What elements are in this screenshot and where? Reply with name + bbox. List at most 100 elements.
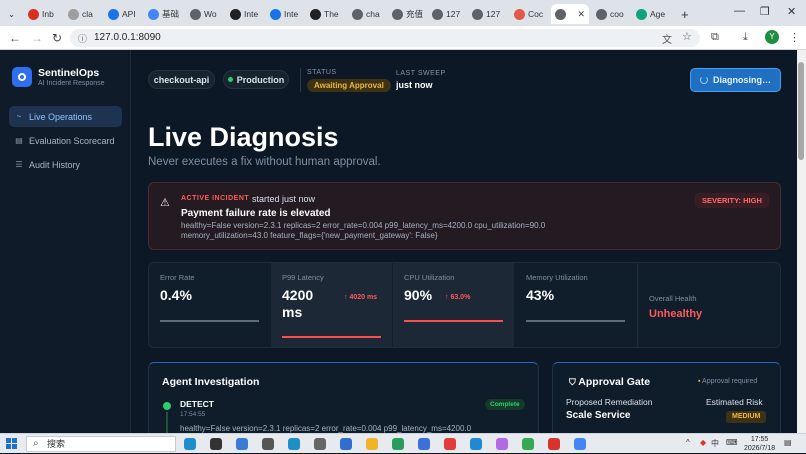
incident-banner: ⚠ ACTIVE INCIDENT started just now Payme… xyxy=(148,182,781,250)
tab-title: Coc xyxy=(528,9,544,19)
browser-tab[interactable]: Age xyxy=(632,4,670,24)
app-window: SentinelOps AI Incident Response ~ Live … xyxy=(0,50,797,433)
tab-favicon-icon xyxy=(514,8,525,20)
step-status-badge: Complete xyxy=(485,399,525,410)
keyboard-icon[interactable]: ⌨ xyxy=(726,438,738,447)
browser-tab[interactable]: 充值 xyxy=(388,4,426,24)
remediation-label: Proposed Remediation xyxy=(566,397,653,407)
url-text[interactable]: 127.0.0.1:8090 xyxy=(94,32,161,43)
app-icon[interactable] xyxy=(236,438,248,450)
diagnose-button[interactable]: Diagnosing… xyxy=(690,68,781,92)
clock[interactable]: 17:55 2026/7/18 xyxy=(744,435,775,453)
step-detail: healthy=False version=2.3.1 replicas=2 e… xyxy=(180,424,472,433)
reload-icon[interactable]: ↻ xyxy=(52,31,62,45)
close-window-button[interactable]: ✕ xyxy=(787,5,796,18)
browser-tab[interactable]: cha xyxy=(348,4,386,24)
ime-indicator[interactable]: 中 xyxy=(711,438,719,449)
bookmark-star-icon[interactable]: ☆ xyxy=(682,30,692,43)
extensions-icon[interactable]: ⧉ xyxy=(711,31,719,44)
scroll-thumb[interactable] xyxy=(798,62,804,160)
app-icon[interactable] xyxy=(496,438,508,450)
browser-menu-icon[interactable]: ⋮ xyxy=(789,31,800,44)
vscode-icon[interactable] xyxy=(470,438,482,450)
app-icon[interactable] xyxy=(262,438,274,450)
minimize-button[interactable]: — xyxy=(734,5,745,17)
browser-tab[interactable]: coo xyxy=(592,4,630,24)
tab-title: Wo xyxy=(204,9,217,19)
edge-icon[interactable] xyxy=(184,438,196,450)
health-value: Unhealthy xyxy=(649,308,703,320)
download-icon[interactable]: ⤓ xyxy=(743,31,748,44)
tray-chevron-icon[interactable]: ^ xyxy=(686,438,690,447)
metrics-panel: Error Rate 0.4% P99 Latency 4200 ms ↑ 40… xyxy=(148,262,781,348)
tab-search-menu-icon[interactable]: ⌄ xyxy=(4,4,20,24)
scrollbar[interactable] xyxy=(797,50,806,433)
notification-icon[interactable]: ▤ xyxy=(784,438,792,447)
incident-tag: ACTIVE INCIDENT xyxy=(181,195,250,202)
app-icon[interactable] xyxy=(444,438,456,450)
chrome-icon[interactable] xyxy=(522,438,534,450)
environment-pill[interactable]: Production xyxy=(223,70,289,89)
browser-tab[interactable]: Inte xyxy=(266,4,304,24)
nav-label: Evaluation Scorecard xyxy=(29,135,115,146)
nav-audit-history[interactable]: ☰ Audit History xyxy=(9,154,122,175)
folder-icon[interactable] xyxy=(366,438,378,450)
browser-tab[interactable]: API xyxy=(104,4,142,24)
nav-evaluation-scorecard[interactable]: ▤ Evaluation Scorecard xyxy=(9,130,122,151)
browser-tab[interactable]: 127 xyxy=(468,4,506,24)
step-complete-dot-icon xyxy=(163,402,171,410)
metric-value: 43% xyxy=(526,287,555,303)
app-icon[interactable] xyxy=(288,438,300,450)
tab-favicon-icon xyxy=(108,8,119,20)
forward-icon[interactable]: → xyxy=(31,31,43,45)
browser-tab[interactable]: Wo xyxy=(186,4,224,24)
pulse-icon: ~ xyxy=(16,112,22,121)
browser-tab[interactable]: 基础 xyxy=(144,4,182,24)
tray-app-icon[interactable]: ◆ xyxy=(700,438,706,447)
maximize-button[interactable]: ❐ xyxy=(760,5,770,18)
nav-live-operations[interactable]: ~ Live Operations xyxy=(9,106,122,127)
back-icon[interactable]: ← xyxy=(9,31,21,45)
address-bar: ← → ↻ ⓘ 127.0.0.1:8090 文 ☆ ⧉ ⤓ Y ⋮ xyxy=(0,26,806,50)
app-icon[interactable] xyxy=(392,438,404,450)
browser-tab[interactable]: Inb xyxy=(24,4,62,24)
site-info-icon[interactable]: ⓘ xyxy=(78,32,87,45)
windows-start-icon[interactable] xyxy=(6,438,17,449)
profile-avatar[interactable]: Y xyxy=(765,30,779,44)
sweep-label: LAST SWEEP xyxy=(396,70,446,77)
taskbar-search[interactable]: 搜索 xyxy=(26,436,176,452)
status-label: STATUS xyxy=(307,69,337,76)
app-icon[interactable] xyxy=(210,438,222,450)
browser-tab[interactable]: Coc xyxy=(510,4,548,24)
spinner-icon xyxy=(700,76,708,84)
tab-title: Inb xyxy=(42,9,54,19)
chrome-alt-icon[interactable] xyxy=(574,438,586,450)
browser-tab[interactable]: ✕ xyxy=(551,4,589,24)
tab-favicon-icon xyxy=(230,8,241,20)
app-icon[interactable] xyxy=(418,438,430,450)
tab-title: Inte xyxy=(244,9,259,19)
omnibox[interactable]: ⓘ 127.0.0.1:8090 文 ☆ xyxy=(70,29,700,47)
new-tab-button[interactable]: + xyxy=(677,4,693,24)
browser-tab[interactable]: 127 xyxy=(428,4,466,24)
sidebar: SentinelOps AI Incident Response ~ Live … xyxy=(0,50,131,433)
tab-close-icon[interactable]: ✕ xyxy=(577,9,585,20)
metric-overall-health: Overall Health Unhealthy xyxy=(637,263,780,347)
metric-cpu-utilization: CPU Utilization 90% ↑ 63.0% xyxy=(393,263,514,347)
tab-favicon-icon xyxy=(68,8,79,20)
wps-icon[interactable] xyxy=(548,438,560,450)
app-icon[interactable] xyxy=(314,438,326,450)
lock-icon: ▪ xyxy=(698,378,701,385)
service-pill[interactable]: checkout-api xyxy=(148,70,215,89)
metric-p99-latency: P99 Latency 4200 ms ↑ 4020 ms xyxy=(271,263,392,347)
approval-required-text: Approval required xyxy=(702,378,758,385)
metric-memory-utilization: Memory Utilization 43% xyxy=(515,263,636,347)
translate-icon[interactable]: 文 xyxy=(662,31,672,46)
browser-tab[interactable]: Inte xyxy=(226,4,264,24)
timeline-line xyxy=(166,412,168,433)
calendar-icon[interactable] xyxy=(340,438,352,450)
metric-bar-fill xyxy=(526,320,625,322)
browser-tab[interactable]: The xyxy=(306,4,344,24)
browser-tab[interactable]: cla xyxy=(64,4,102,24)
environment-label: Production xyxy=(236,74,285,85)
